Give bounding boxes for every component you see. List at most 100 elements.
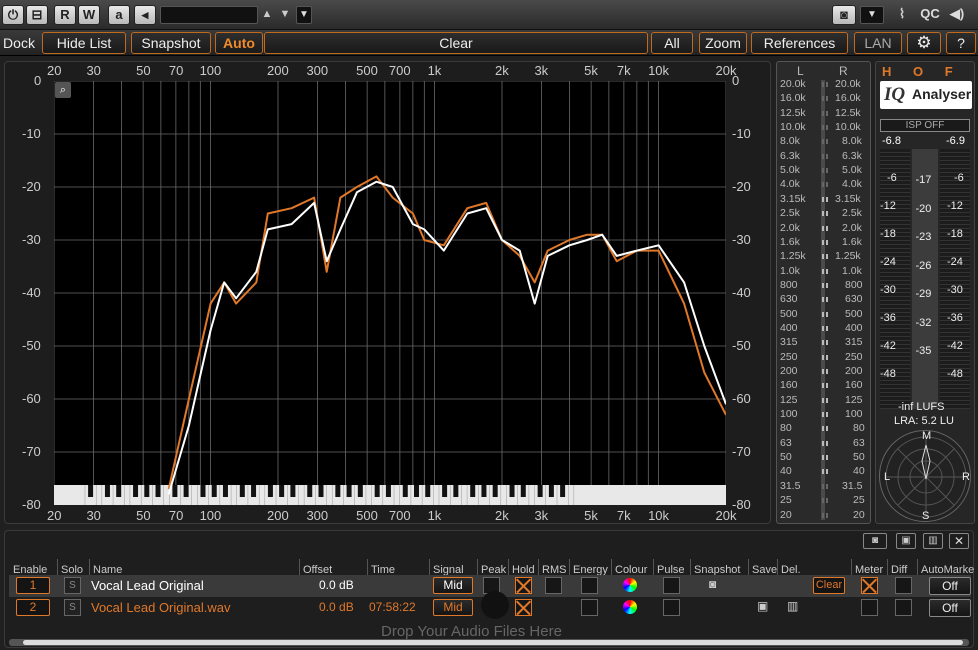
energy-checkbox[interactable] [581,599,598,616]
preset-name-field[interactable] [160,6,258,24]
meter-band-label-left: 1.25k [780,250,806,263]
pulse-checkbox[interactable] [663,577,680,594]
meter-band-label-left: 20 [780,508,792,521]
auto-button[interactable]: Auto [215,32,263,54]
energy-checkbox[interactable] [581,577,598,594]
automarker-select[interactable]: Off [929,599,971,617]
zoom-magnifier-icon[interactable]: ⌕ [55,82,71,98]
meter-band-indicator [822,383,824,389]
all-button[interactable]: All [651,32,693,54]
solo-button[interactable]: S [64,577,81,594]
spectrum-plot[interactable] [53,80,727,506]
write-button[interactable]: W [78,5,100,25]
diff-checkbox[interactable] [895,577,912,594]
snapshot-camera-icon[interactable]: ◙ [709,577,716,591]
zoom-button[interactable]: Zoom [699,32,747,54]
help-button[interactable]: ? [946,32,976,54]
dock-button[interactable]: Dock [0,32,38,54]
piano-black-key [290,485,296,497]
qc-button[interactable]: QC [918,5,942,25]
meter-band-indicator [826,225,828,231]
signal-select[interactable]: Mid [433,577,473,594]
meter-band-indicator [826,168,828,174]
preset-dropdown-icon[interactable]: ▼ [296,6,312,24]
meter-checkbox[interactable] [861,599,878,616]
signal-select[interactable]: Mid [433,599,473,616]
meter-band-indicator [822,412,824,418]
power-button[interactable]: ⏻ [2,5,24,25]
dropdown-icon[interactable]: ▼ [860,6,884,24]
colour-wheel-icon[interactable] [623,600,637,614]
read-button[interactable]: R [54,5,76,25]
list-close-icon[interactable]: ✕ [949,533,969,549]
lan-button[interactable]: LAN [854,32,902,54]
scrollbar-thumb[interactable] [23,640,963,645]
meter-band-indicator [822,182,824,188]
lufs-scale-label: -23 [915,231,932,243]
meter-band-label-left: 5.0k [780,164,800,177]
rms-checkbox[interactable] [545,577,562,594]
meter-band-indicator [822,440,824,446]
meter-band-indicator [822,397,824,403]
meter-band-label-left: 8.0k [780,135,800,148]
loudness-meter-panel: H O F A IQ Analyser ISP OFF -6.8 -6.9 -i… [875,61,975,524]
horizontal-scrollbar[interactable] [9,639,969,646]
meter-band-label-right: 125 [845,393,863,406]
solo-button[interactable]: S [64,599,81,616]
piano-black-key [133,485,139,497]
piano-black-key [88,485,94,497]
camera-icon[interactable]: ◙ [832,5,856,25]
spectrum-curve-orange [167,175,727,490]
meter-band-label-right: 40 [853,465,865,478]
clear-row-button[interactable]: Clear [813,577,845,594]
meter-band-indicator [826,311,828,317]
piano-black-key [509,485,515,497]
frequency-tick-label: 7k [616,63,631,78]
piano-black-key [307,485,313,497]
offset-value[interactable]: 0.0 dB [319,578,354,592]
meter-band-indicator [826,426,828,432]
meter-band-indicator [826,153,828,159]
offset-value[interactable]: 0.0 dB [319,600,354,614]
meter-band-label-left: 6.3k [780,149,800,162]
a-button[interactable]: a [108,5,130,25]
db-tick-label: -40 [22,285,41,300]
frequency-tick-label: 100 [199,63,222,78]
automarker-select[interactable]: Off [929,577,971,595]
iq-analyser-badge: IQ Analyser [880,81,972,109]
preset-menu-button[interactable]: ⊟ [26,5,48,25]
meter-band-indicator [826,412,828,418]
preset-up-icon[interactable]: ▲ [260,5,274,25]
hold-checkbox[interactable] [515,577,532,594]
meter-band-label-right: 25 [853,494,865,507]
list-camera-icon[interactable]: ◙ [863,533,887,549]
lufs-scale-label: -35 [915,345,932,357]
list-save-icon[interactable]: ▣ [896,533,916,549]
preset-down-icon[interactable]: ▼ [278,5,292,25]
list-trash-icon[interactable]: ▥ [923,533,943,549]
piano-black-key [548,485,554,497]
drop-files-hint: Drop Your Audio Files Here [381,623,562,640]
list-item[interactable]: 2 S Vocal Lead Original.wav 0.0 dB 07:58… [9,591,971,619]
delete-trash-icon[interactable]: ▥ [787,599,798,613]
snapshot-button[interactable]: Snapshot [131,32,211,54]
meter-checkbox[interactable] [861,577,878,594]
frequency-tick-label: 200 [267,508,289,523]
references-button[interactable]: References [751,32,848,54]
colour-wheel-icon[interactable] [623,578,637,592]
isp-off-button[interactable]: ISP OFF [880,119,970,132]
settings-gear-icon[interactable]: ⚙ [907,32,941,54]
hold-checkbox[interactable] [515,599,532,616]
diff-checkbox[interactable] [895,599,912,616]
pulse-icon[interactable]: ⌇ [890,5,914,25]
enable-button[interactable]: 2 [16,599,50,616]
pulse-checkbox[interactable] [663,599,680,616]
speaker-icon[interactable]: ◀) [946,5,968,25]
hide-list-button[interactable]: Hide List [42,32,126,54]
undo-button[interactable]: ◂ [134,5,156,25]
clear-button[interactable]: Clear [264,32,648,54]
save-icon[interactable]: ▣ [757,599,768,613]
lufs-scale-label: -32 [915,316,932,329]
enable-button[interactable]: 1 [16,577,50,594]
peak-scale-label-right: -48 [947,368,963,380]
